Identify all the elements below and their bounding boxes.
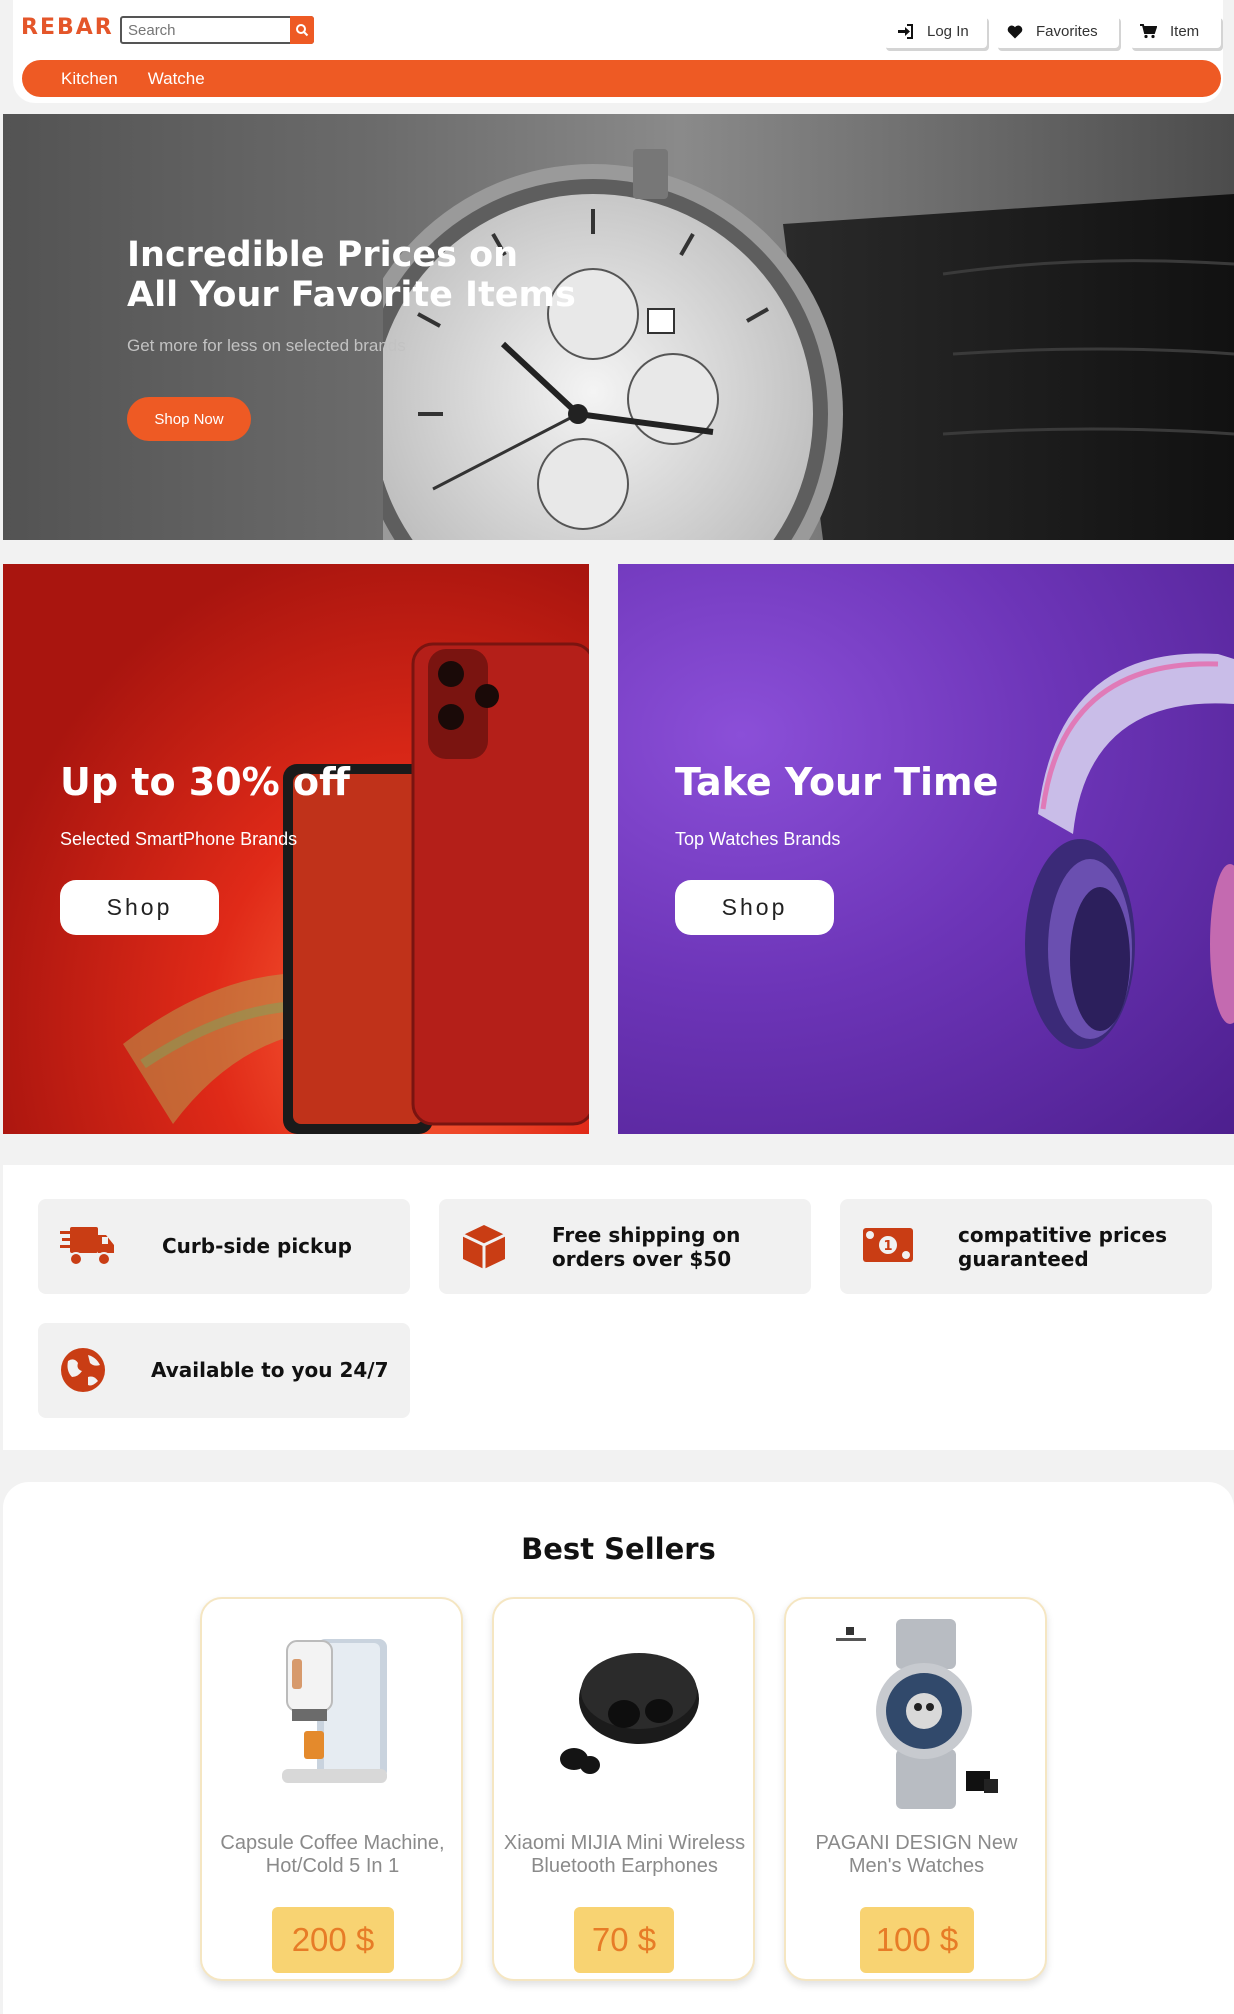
cart-label: Item: [1170, 23, 1200, 40]
login-button[interactable]: Log In: [884, 15, 987, 48]
feature-label: compatitive prices guaranteed: [958, 1223, 1168, 1271]
site-logo[interactable]: REBAR: [21, 15, 114, 40]
search-input[interactable]: [128, 20, 288, 40]
promo-subtitle: Selected SmartPhone Brands: [60, 829, 298, 849]
feature-availability: Available to you 24/7: [38, 1323, 410, 1418]
feature-label: Available to you 24/7: [151, 1358, 389, 1382]
product-price: 200 $: [272, 1907, 394, 1973]
features-section: Curb-side pickup Free shipping on orders…: [3, 1165, 1234, 1450]
product-card[interactable]: Xiaomi MIJIA Mini Wireless Bluetooth Ear…: [492, 1597, 755, 1981]
login-label: Log In: [927, 23, 969, 40]
shop-now-button[interactable]: Shop Now: [127, 397, 251, 441]
globe-icon: [61, 1348, 105, 1392]
promo-card-smartphones: Up to 30% off Selected SmartPhone Brands…: [3, 564, 589, 1134]
shop-button[interactable]: Shop: [675, 880, 834, 935]
promo-title: Take Your Time: [675, 760, 999, 804]
watch-image: [383, 149, 1234, 540]
best-sellers-section: Best Sellers Capsule Coffee Machine, Hot…: [3, 1482, 1234, 2014]
search-box: [120, 16, 314, 44]
product-name: PAGANI DESIGN New Men's Watches: [815, 1832, 1018, 1877]
product-price: 100 $: [860, 1907, 974, 1973]
product-price: 70 $: [574, 1907, 674, 1973]
sign-in-icon: [898, 24, 913, 39]
nav-item-kitchen[interactable]: Kitchen: [61, 69, 118, 89]
cart-icon: [1140, 24, 1157, 39]
earphones-image: [560, 1653, 699, 1774]
shop-button[interactable]: Shop: [60, 880, 219, 935]
feature-prices: 1 compatitive prices guaranteed: [840, 1199, 1212, 1294]
product-name: Xiaomi MIJIA Mini Wireless Bluetooth Ear…: [503, 1832, 746, 1877]
svg-text:1: 1: [883, 1239, 892, 1254]
watch-product-image: [836, 1619, 998, 1809]
product-card[interactable]: Capsule Coffee Machine, Hot/Cold 5 In 1 …: [200, 1597, 463, 1981]
cart-button[interactable]: Item: [1130, 15, 1221, 48]
favorites-label: Favorites: [1036, 23, 1098, 40]
search-button[interactable]: [290, 16, 314, 44]
category-nav: Kitchen Watche: [22, 60, 1221, 97]
feature-curbside: Curb-side pickup: [38, 1199, 410, 1294]
truck-icon: [60, 1227, 114, 1266]
promo-subtitle: Top Watches Brands: [675, 829, 841, 849]
hero-title: Incredible Prices on All Your Favorite I…: [127, 235, 576, 315]
feature-label: Curb-side pickup: [162, 1234, 352, 1258]
feature-free-shipping: Free shipping on orders over $50: [439, 1199, 811, 1294]
favorites-button[interactable]: Favorites: [996, 15, 1119, 48]
promo-card-watches: Take Your Time Top Watches Brands Shop: [618, 564, 1234, 1134]
nav-item-watche[interactable]: Watche: [148, 69, 205, 89]
product-card[interactable]: PAGANI DESIGN New Men's Watches 100 $: [784, 1597, 1047, 1981]
hero-banner: Incredible Prices on All Your Favorite I…: [3, 114, 1234, 540]
feature-label: Free shipping on orders over $50: [552, 1223, 741, 1271]
coffee-machine-image: [282, 1639, 387, 1783]
best-sellers-title: Best Sellers: [521, 1532, 716, 1566]
heart-icon: [1007, 25, 1023, 38]
promo-title: Up to 30% off: [60, 760, 350, 804]
product-name: Capsule Coffee Machine, Hot/Cold 5 In 1: [220, 1832, 445, 1877]
search-icon: [296, 24, 309, 37]
money-icon: 1: [863, 1228, 913, 1262]
hero-subtitle: Get more for less on selected brands: [127, 336, 406, 355]
box-icon: [462, 1225, 506, 1269]
